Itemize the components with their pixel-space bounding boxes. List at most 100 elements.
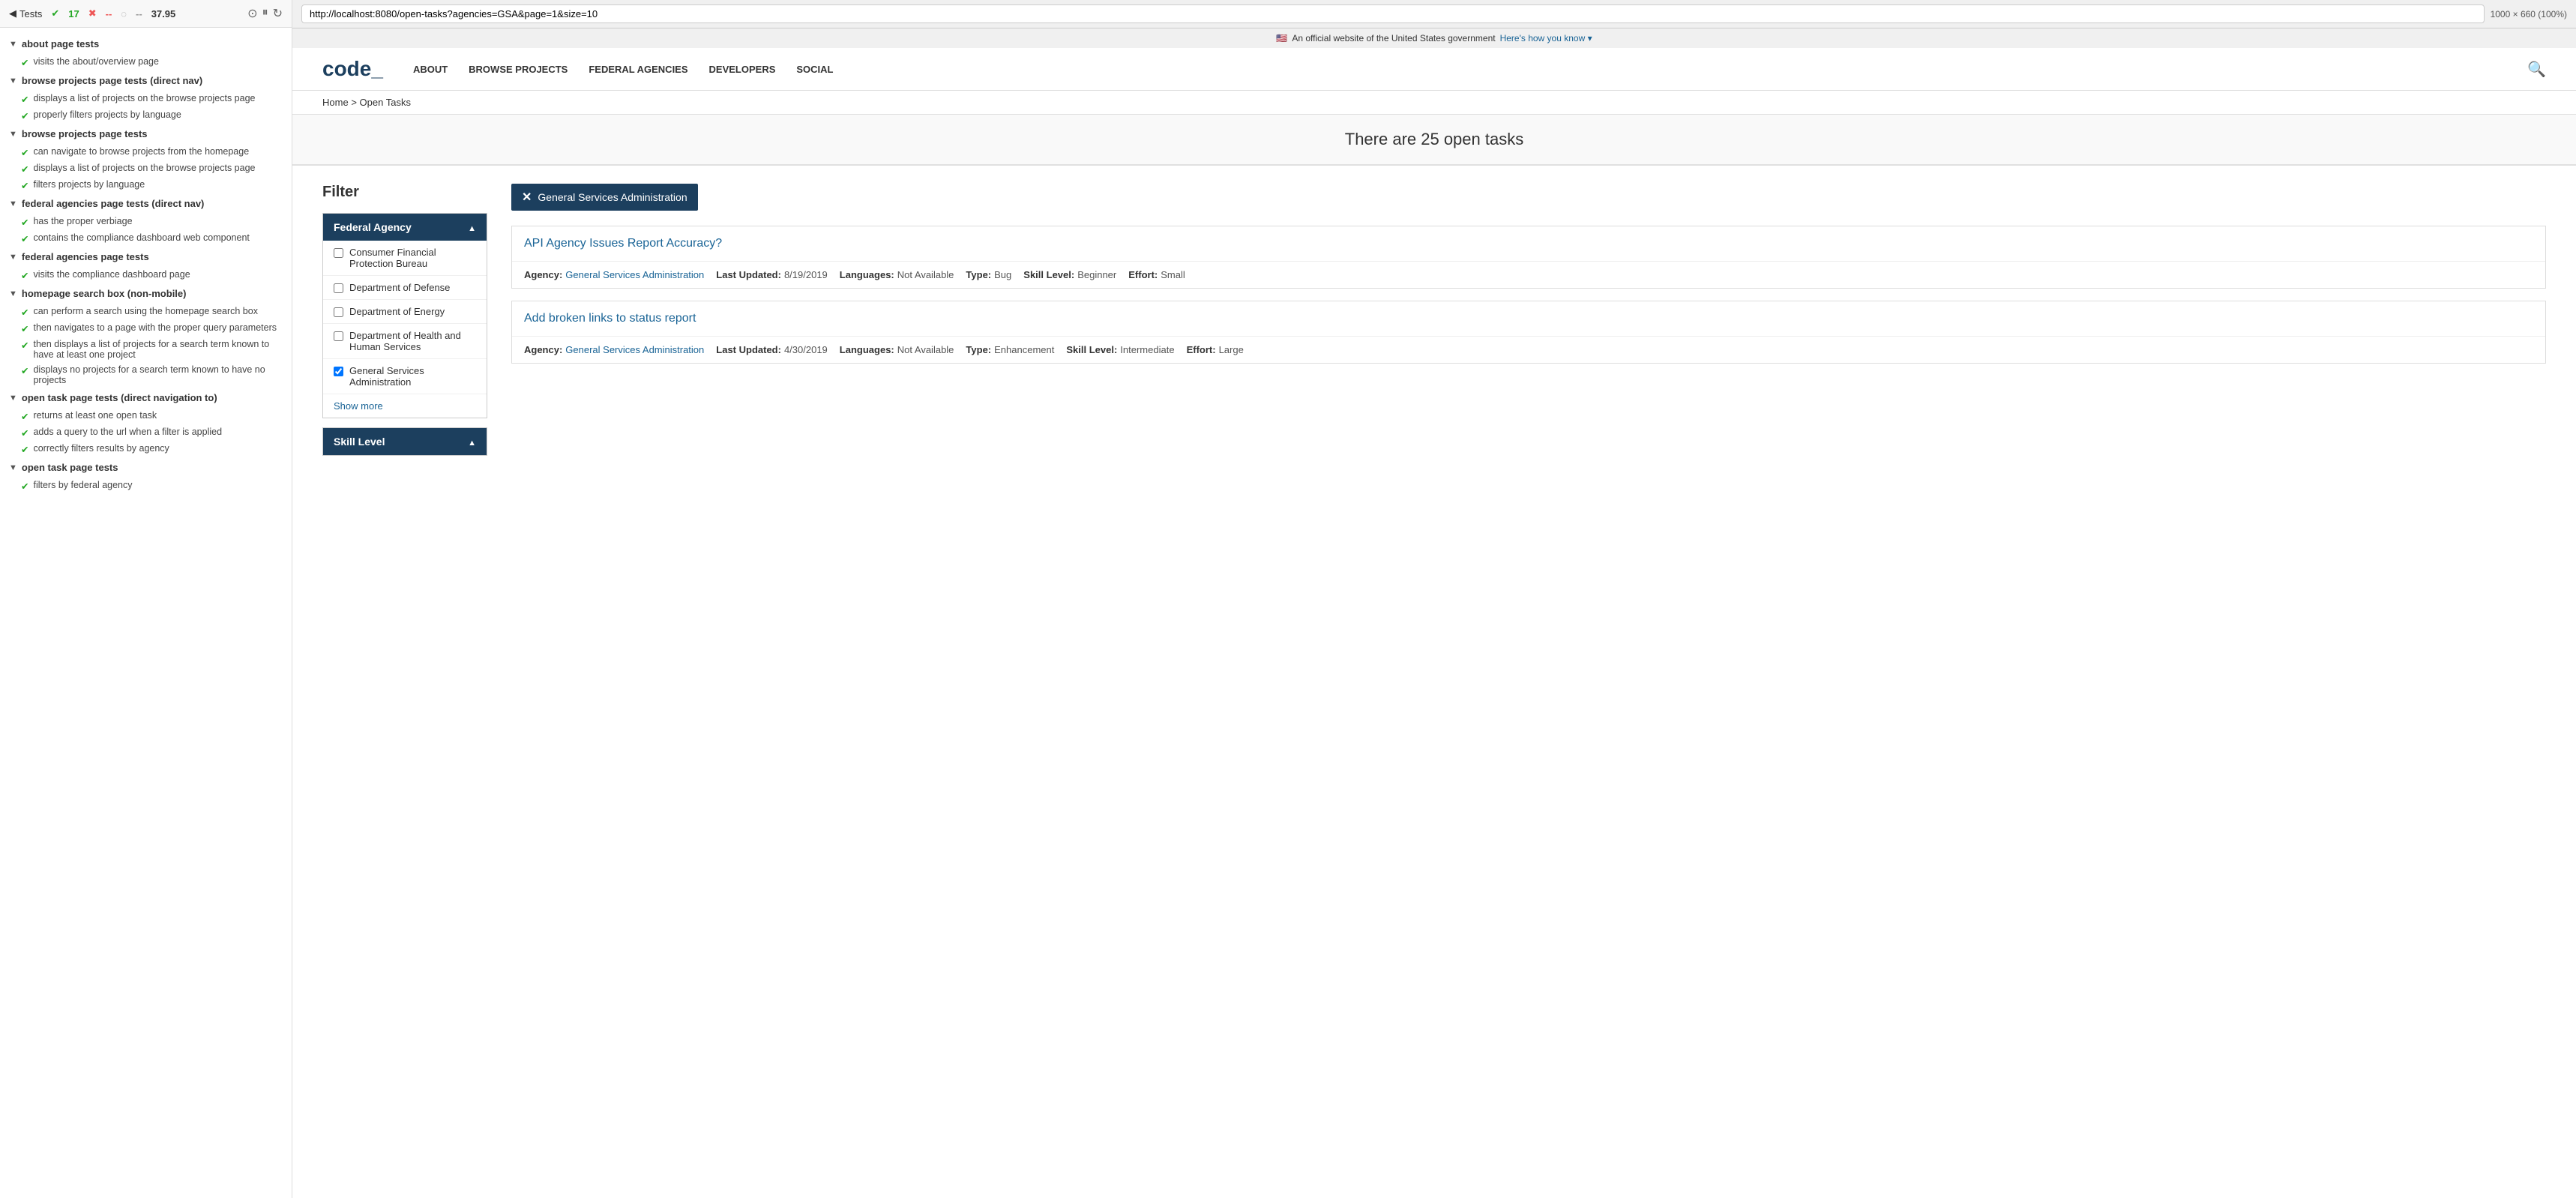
active-filter-label: General Services Administration <box>538 191 687 203</box>
filter-section-header-federal-agency[interactable]: Federal Agency <box>323 214 487 241</box>
search-icon[interactable]: 🔍 <box>2527 60 2546 79</box>
task-skill-level: Skill Level: Intermediate <box>1066 344 1174 355</box>
filter-checkbox-doe[interactable] <box>334 307 343 317</box>
pass-check-icon: ✔ <box>21 147 28 158</box>
test-group-federal-agencies[interactable]: ▼federal agencies page tests <box>0 247 292 267</box>
test-item: ✔visits the about/overview page <box>0 54 292 70</box>
site-logo[interactable]: code_ <box>322 57 383 81</box>
test-item: ✔properly filters projects by language <box>0 107 292 124</box>
task-skill-level: Skill Level: Beginner <box>1023 269 1116 280</box>
nav-item-developers[interactable]: DEVELOPERS <box>709 64 776 75</box>
nav-item-about[interactable]: ABOUT <box>413 64 448 75</box>
back-button[interactable]: ◀ Tests <box>9 7 42 19</box>
test-group-browse-projects[interactable]: ▼browse projects page tests <box>0 124 292 144</box>
filter-option-label: Department of Health and Human Services <box>349 330 476 352</box>
test-item: ✔has the proper verbiage <box>0 214 292 230</box>
test-group-open-task[interactable]: ▼open task page tests <box>0 457 292 478</box>
test-group-browse-projects-direct[interactable]: ▼browse projects page tests (direct nav) <box>0 70 292 91</box>
target-icon[interactable]: ⊙ <box>247 6 257 21</box>
chevron-down-icon: ▼ <box>9 40 17 49</box>
chevron-down-icon: ▼ <box>9 130 17 139</box>
how-you-know-arrow: ▾ <box>1588 33 1592 43</box>
site-header: code_ ABOUT BROWSE PROJECTS FEDERAL AGENCI… <box>292 48 2576 91</box>
browser-bar: 1000 × 660 (100%) <box>292 0 2576 28</box>
filter-sections: Federal AgencyConsumer Financial Protect… <box>322 213 487 456</box>
filter-option-hhs[interactable]: Department of Health and Human Services <box>323 324 487 359</box>
task-languages-label: Languages: <box>840 269 894 280</box>
nav-item-federal-agencies[interactable]: FEDERAL AGENCIES <box>589 64 687 75</box>
pass-check-icon: ✔ <box>21 411 28 422</box>
filter-title: Filter <box>322 184 487 201</box>
test-item: ✔contains the compliance dashboard web c… <box>0 230 292 247</box>
url-bar[interactable] <box>301 4 2485 23</box>
pass-check-icon: ✔ <box>21 163 28 175</box>
us-flag-icon: 🇺🇸 <box>1276 33 1287 43</box>
test-item: ✔then displays a list of projects for a … <box>0 337 292 362</box>
how-you-know-link[interactable]: Here's how you know ▾ <box>1500 33 1592 43</box>
task-agency-link[interactable]: General Services Administration <box>565 344 704 355</box>
test-group-homepage-search[interactable]: ▼homepage search box (non-mobile) <box>0 283 292 304</box>
filter-options-federal-agency: Consumer Financial Protection Bureau Depa… <box>323 241 487 418</box>
filter-option-label: Department of Defense <box>349 282 450 293</box>
task-title-link[interactable]: API Agency Issues Report Accuracy? <box>524 237 722 250</box>
gov-banner: 🇺🇸 An official website of the United Sta… <box>292 28 2576 48</box>
test-item: ✔displays no projects for a search term … <box>0 362 292 388</box>
test-group-open-task-direct[interactable]: ▼ open task page tests (direct navigation… <box>0 388 292 408</box>
pass-check-icon: ✔ <box>21 444 28 455</box>
group-label: open task page tests (direct navigation … <box>22 392 217 403</box>
gov-banner-text: An official website of the United States… <box>1292 33 1495 43</box>
task-languages: Languages: Not Available <box>840 269 954 280</box>
pause-icon[interactable]: ⏸ <box>262 6 268 21</box>
task-last-updated-value: 4/30/2019 <box>784 344 828 355</box>
breadcrumb-current: Open Tasks <box>360 97 411 108</box>
nav-item-browse-projects[interactable]: BROWSE PROJECTS <box>469 64 568 75</box>
filter-option-doe[interactable]: Department of Energy <box>323 300 487 324</box>
test-item: ✔filters by federal agency <box>0 478 292 494</box>
chevron-down-icon: ▼ <box>9 199 17 208</box>
test-item-label: properly filters projects by language <box>33 109 181 120</box>
pass-check-icon: ✔ <box>21 340 28 351</box>
task-agency-link[interactable]: General Services Administration <box>565 269 704 280</box>
task-skill-level-label: Skill Level: <box>1066 344 1117 355</box>
filter-checkbox-gsa[interactable] <box>334 367 343 376</box>
filter-option-cfpb[interactable]: Consumer Financial Protection Bureau <box>323 241 487 276</box>
filter-section-header-skill-level[interactable]: Skill Level <box>323 428 487 455</box>
remove-filter-button[interactable]: ✕ <box>522 190 532 205</box>
show-more-link[interactable]: Show more <box>323 394 487 418</box>
pass-check-icon: ✔ <box>21 233 28 244</box>
task-type-value: Enhancement <box>994 344 1054 355</box>
group-label: browse projects page tests (direct nav) <box>22 75 202 86</box>
pending-count: -- <box>136 8 142 19</box>
pass-check-icon: ✔ <box>21 481 28 492</box>
task-effort-label: Effort: <box>1187 344 1216 355</box>
chevron-down-icon: ▼ <box>9 394 17 403</box>
task-title-link[interactable]: Add broken links to status report <box>524 312 696 325</box>
test-group-about-page[interactable]: ▼ about page tests <box>0 34 292 54</box>
refresh-icon[interactable]: ↻ <box>273 6 283 21</box>
task-card-title: API Agency Issues Report Accuracy? <box>512 226 2545 262</box>
pass-check-icon: ✔ <box>21 427 28 439</box>
pass-check-icon: ✔ <box>21 217 28 228</box>
group-label: about page tests <box>22 38 99 49</box>
test-group-federal-agencies-direct[interactable]: ▼federal agencies page tests (direct nav… <box>0 193 292 214</box>
how-you-know-text: Here's how you know <box>1500 33 1586 43</box>
task-type-value: Bug <box>994 269 1011 280</box>
task-languages-value: Not Available <box>897 344 954 355</box>
pass-check-icon: ✔ <box>51 7 59 19</box>
nav-item-social[interactable]: SOCIAL <box>796 64 833 75</box>
filter-checkbox-cfpb[interactable] <box>334 248 343 258</box>
test-item: ✔ correctly filters results by agency <box>0 441 292 457</box>
task-last-updated-value: 8/19/2019 <box>784 269 828 280</box>
task-agency: Agency: General Services Administration <box>524 269 704 280</box>
task-effort-value: Large <box>1219 344 1244 355</box>
filter-checkbox-dod[interactable] <box>334 283 343 293</box>
filter-option-dod[interactable]: Department of Defense <box>323 276 487 300</box>
breadcrumb-home-link[interactable]: Home <box>322 97 351 108</box>
test-header: ◀ Tests ✔ 17 ✖ -- ◌ -- 37.95 ⊙ ⏸ ↻ <box>0 0 292 28</box>
filter-option-gsa[interactable]: General Services Administration <box>323 359 487 394</box>
filter-option-label: Consumer Financial Protection Bureau <box>349 247 476 269</box>
test-item-label: correctly filters results by agency <box>33 443 169 454</box>
filter-option-label: General Services Administration <box>349 365 476 388</box>
filter-checkbox-hhs[interactable] <box>334 331 343 341</box>
test-item-label: returns at least one open task <box>33 410 157 421</box>
